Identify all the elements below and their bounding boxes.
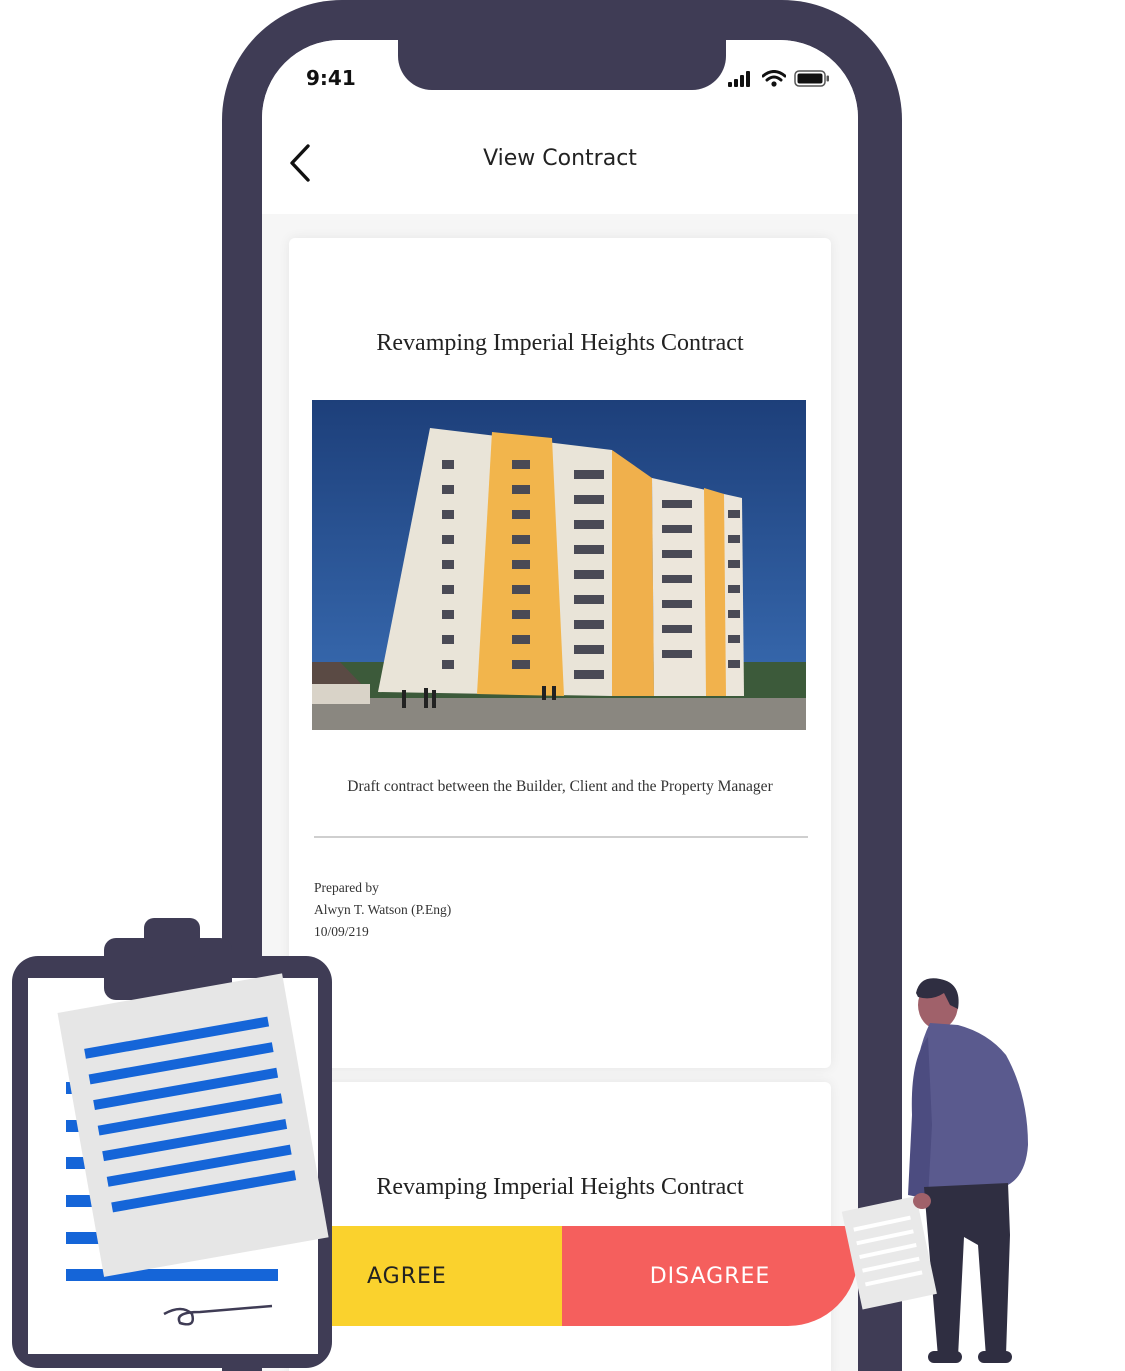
wifi-icon xyxy=(762,70,786,87)
page-title: View Contract xyxy=(483,146,637,171)
divider xyxy=(314,836,808,838)
battery-icon xyxy=(794,70,829,87)
signal-icon xyxy=(728,71,750,87)
contract-caption: Draft contract between the Builder, Clie… xyxy=(347,778,773,795)
disagree-button[interactable]: DISAGREE xyxy=(562,1226,858,1326)
contract-title-second: Revamping Imperial Heights Contract xyxy=(376,1174,744,1200)
phone-notch xyxy=(398,40,726,90)
status-time: 9:41 xyxy=(306,66,356,90)
app-screen: 9:41 View Contract Revamping Imperial He… xyxy=(262,40,858,1371)
building-photo xyxy=(312,400,806,730)
nav-bar: View Contract xyxy=(262,120,858,214)
contract-title: Revamping Imperial Heights Contract xyxy=(376,330,744,356)
person-illustration xyxy=(841,978,1028,1363)
contract-card[interactable]: Revamping Imperial Heights Contract Draf… xyxy=(289,238,831,1068)
status-icons xyxy=(728,70,830,87)
action-bar: AGREE DISAGREE xyxy=(262,1226,858,1326)
clipboard-illustration xyxy=(12,918,332,1368)
prepared-label: Prepared by xyxy=(314,880,379,895)
